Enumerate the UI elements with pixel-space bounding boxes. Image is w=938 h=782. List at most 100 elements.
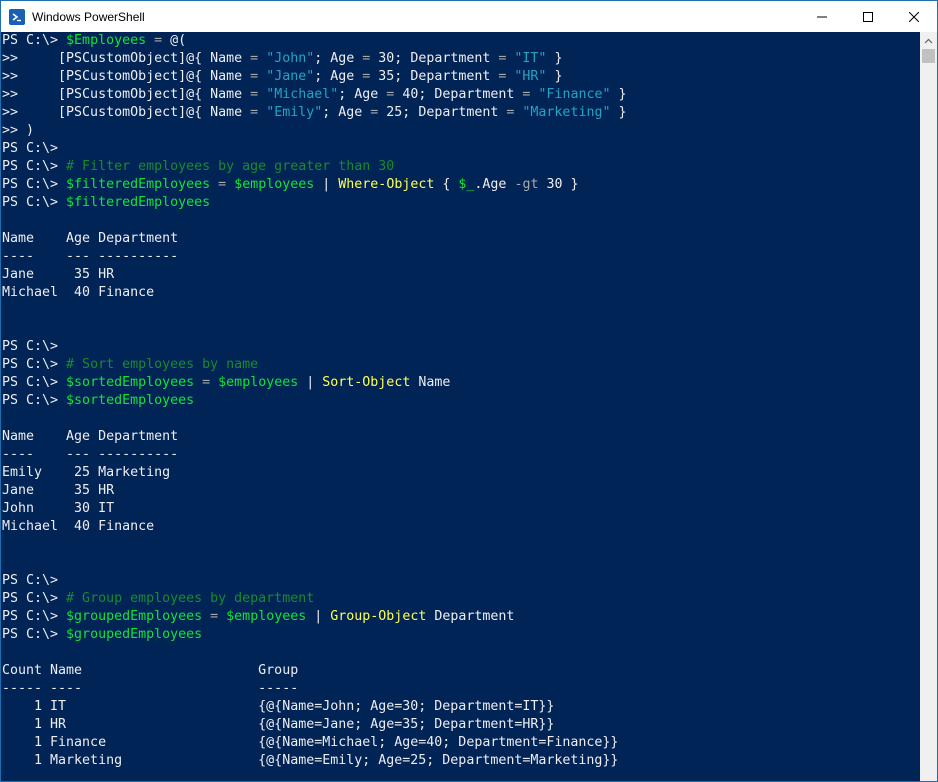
- console-token: >> [PSCustomObject]@{ Name: [2, 69, 251, 84]
- console-token: ---- --- ----------: [2, 447, 179, 462]
- console-token: 1 Finance {@{Name=Michael; Age=40; Depar…: [2, 735, 619, 750]
- console-line: >> [PSCustomObject]@{ Name = "John"; Age…: [2, 50, 562, 68]
- console-token: "John": [266, 51, 315, 66]
- console-token: PS C:\>: [2, 141, 59, 156]
- scroll-thumb[interactable]: [922, 49, 935, 63]
- console-token: =: [202, 609, 227, 624]
- console-token: PS C:\>: [2, 591, 67, 606]
- console-token: 25; Department: [386, 105, 507, 120]
- console-token: =: [362, 69, 379, 84]
- console-token: $sortedEmployees: [66, 375, 195, 390]
- scroll-up-button[interactable]: [920, 32, 937, 49]
- console-token: =: [362, 51, 379, 66]
- console-token: # Filter employees by age greater than 3…: [66, 159, 395, 174]
- console-token: $groupedEmployees: [66, 627, 203, 642]
- console-token: $_: [458, 177, 475, 192]
- console-token: Where-Object: [338, 177, 435, 192]
- console-token: =: [498, 69, 515, 84]
- powershell-icon: [9, 8, 25, 25]
- console-token: ; Age: [314, 51, 363, 66]
- console-line: Jane 35 HR: [2, 266, 114, 284]
- console-token: =: [210, 177, 235, 192]
- console-token: PS C:\>: [2, 339, 59, 354]
- title-bar[interactable]: Windows PowerShell: [1, 1, 937, 32]
- console-token: -gt: [514, 177, 539, 192]
- console-token: =: [250, 51, 267, 66]
- console-token: 1 Marketing {@{Name=Emily; Age=25; Depar…: [2, 753, 619, 768]
- console-token: 40; Department: [402, 87, 523, 102]
- console-token: $Employees: [66, 33, 147, 48]
- maximize-icon: [863, 11, 873, 22]
- console-line: PS C:\> # Group employees by department: [2, 590, 314, 608]
- console-line: 1 Marketing {@{Name=Emily; Age=25; Depar…: [2, 752, 618, 770]
- console-token: ---- --- ----------: [2, 249, 179, 264]
- console-token: =: [146, 33, 171, 48]
- console-token: @(: [170, 33, 187, 48]
- console-token: $filteredEmployees: [66, 177, 211, 192]
- console-token: $employees: [234, 177, 315, 192]
- console-line: 1 Finance {@{Name=Michael; Age=40; Depar…: [2, 734, 618, 752]
- console-token: "Marketing": [522, 105, 611, 120]
- console-token: >> ): [2, 123, 35, 138]
- console-token: $employees: [218, 375, 299, 390]
- console-token: PS C:\>: [2, 375, 67, 390]
- console-token: 35; Department: [378, 69, 499, 84]
- console-token: }: [610, 105, 627, 120]
- console-line: PS C:\> $filteredEmployees = $employees …: [2, 176, 579, 194]
- console-line: PS C:\>: [2, 140, 58, 158]
- console-token: .Age: [474, 177, 515, 192]
- console-token: |: [298, 375, 323, 390]
- console-token: ; Age: [322, 105, 371, 120]
- maximize-button[interactable]: [845, 1, 891, 32]
- console-token: =: [250, 105, 267, 120]
- console-token: PS C:\>: [2, 195, 67, 210]
- console-token: 1 HR {@{Name=Jane; Age=35; Department=HR…: [2, 717, 555, 732]
- console-token: ----- ---- -----: [2, 681, 299, 696]
- console-token: # Sort employees by name: [66, 357, 259, 372]
- console-token: PS C:\>: [2, 627, 67, 642]
- console-line: PS C:\> $groupedEmployees = $employees |…: [2, 608, 514, 626]
- console-token: Department: [426, 609, 515, 624]
- close-button[interactable]: [891, 1, 937, 32]
- console-token: "IT": [514, 51, 547, 66]
- console-line: Emily 25 Marketing: [2, 464, 170, 482]
- console-token: PS C:\>: [2, 33, 67, 48]
- console-token: 30 }: [538, 177, 579, 192]
- console-line: >> [PSCustomObject]@{ Name = "Jane"; Age…: [2, 68, 562, 86]
- console-token: }: [546, 69, 563, 84]
- console-token: =: [250, 69, 267, 84]
- console-line: 1 HR {@{Name=Jane; Age=35; Department=HR…: [2, 716, 554, 734]
- vertical-scrollbar[interactable]: [920, 32, 937, 781]
- console-token: >> [PSCustomObject]@{ Name: [2, 51, 251, 66]
- console-line: Name Age Department: [2, 230, 178, 248]
- powershell-window: Windows PowerShell PS C:\> $Employees = …: [0, 0, 938, 782]
- console-token: =: [250, 87, 267, 102]
- console-line: >> ): [2, 122, 34, 140]
- console-token: PS C:\>: [2, 609, 67, 624]
- console-token: ; Age: [314, 69, 363, 84]
- minimize-icon: [817, 16, 827, 17]
- console-token: }: [546, 51, 563, 66]
- console-token: $employees: [226, 609, 307, 624]
- minimize-button[interactable]: [799, 1, 845, 32]
- console-token: "Emily": [266, 105, 323, 120]
- console-line: 1 IT {@{Name=John; Age=30; Department=IT…: [2, 698, 554, 716]
- console-token: =: [194, 375, 219, 390]
- console-line: PS C:\> $filteredEmployees: [2, 194, 210, 212]
- console-token: Name: [410, 375, 451, 390]
- console-output[interactable]: PS C:\> $Employees = @( >> [PSCustomObjec…: [1, 32, 919, 781]
- console-token: Michael 40 Finance: [2, 285, 155, 300]
- console-line: ----- ---- -----: [2, 680, 298, 698]
- console-token: "Michael": [266, 87, 339, 102]
- console-token: "Jane": [266, 69, 315, 84]
- console-token: $groupedEmployees: [66, 609, 203, 624]
- console-token: =: [370, 105, 387, 120]
- console-token: Jane 35 HR: [2, 267, 115, 282]
- console-token: Michael 40 Finance: [2, 519, 155, 534]
- console-token: Sort-Object: [322, 375, 411, 390]
- console-line: PS C:\> $sortedEmployees: [2, 392, 194, 410]
- console-token: Name Age Department: [2, 231, 179, 246]
- console-token: Emily 25 Marketing: [2, 465, 171, 480]
- console-token: Group-Object: [330, 609, 427, 624]
- close-icon: [909, 11, 919, 22]
